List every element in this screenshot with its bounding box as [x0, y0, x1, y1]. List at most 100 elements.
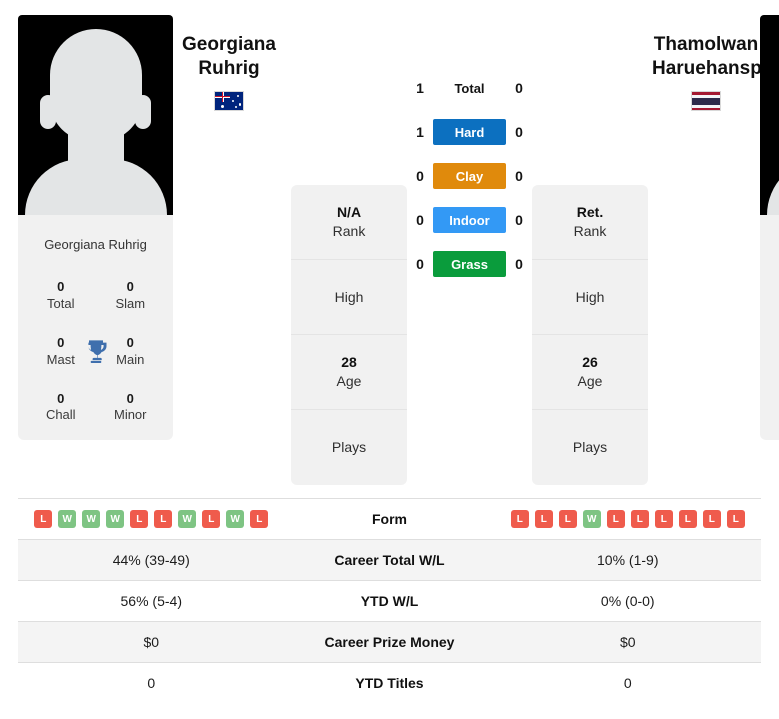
left-age-value: 28 — [341, 354, 357, 371]
left-career-wl-value: 44% (39-49) — [112, 552, 190, 568]
form-badge-loss: L — [510, 510, 529, 528]
ytd-titles-label: YTD Titles — [355, 675, 424, 692]
right-rank-label: Rank — [573, 223, 607, 239]
left-titles-slam-value: 0 — [126, 279, 134, 294]
surface-total-left-count: 1 — [416, 80, 424, 96]
left-player-firstname: Georgiana — [182, 34, 276, 55]
right-player-firstname: Thamolwan — [653, 34, 759, 55]
surface-indoor-label: Indoor — [433, 207, 506, 233]
left-titles-slam-label: Slam — [115, 295, 146, 311]
right-info-age: 26 Age — [532, 335, 648, 410]
surface-total-right-count: 0 — [515, 80, 523, 96]
flag-star-3 — [231, 99, 234, 102]
form-badge-loss: L — [202, 510, 221, 528]
form-badge-win: W — [82, 510, 101, 528]
left-rank-label: Rank — [332, 223, 366, 239]
left-titles-minor-label: Minor — [113, 407, 147, 423]
right-player-info: Ret. Rank High 26 Age Plays — [532, 185, 648, 485]
left-titles-grid: 0 Total 0 Slam 0 Mast 0 Main 0 Chall 0 M… — [26, 279, 165, 424]
right-age-value: 26 — [582, 354, 598, 371]
right-info-high: High — [532, 260, 648, 335]
form-badge-loss: L — [606, 510, 625, 528]
table-row-ytd-wl: 56% (5-4) YTD W/L 0% (0-0) — [18, 580, 761, 622]
surface-indoor-left-count: 0 — [416, 212, 424, 228]
surface-clay-label: Clay — [433, 163, 506, 189]
right-ytd-titles-value: 0 — [623, 675, 632, 692]
surface-grass-right-count: 0 — [515, 256, 523, 272]
surface-clay-left-count: 0 — [416, 168, 424, 184]
surface-row-total: 1 Total 0 — [407, 75, 532, 101]
avatar-body-icon — [766, 159, 779, 215]
left-age-label: Age — [336, 373, 362, 389]
left-player-identity: Georgiana Ruhrig — [173, 15, 285, 111]
surface-total-label: Total — [454, 80, 485, 96]
right-titles-grid: 0 Total 0 Slam 0 Mast 0 Main — [768, 279, 779, 424]
comparison-header: Georgiana Ruhrig 0 Total 0 Slam 0 Mast 0… — [0, 0, 779, 490]
left-player-name: Georgiana Ruhrig — [173, 33, 285, 81]
form-badge-loss: L — [130, 510, 149, 528]
right-plays-label: Plays — [572, 439, 608, 456]
left-career-prize-value: $0 — [143, 634, 160, 650]
form-badge-loss: L — [630, 510, 649, 528]
right-player-identity: Thamolwan Haruehanspong — [648, 15, 779, 111]
left-form-cell: LWWWLLWLWL — [18, 499, 285, 540]
left-player-card: Georgiana Ruhrig 0 Total 0 Slam 0 Mast 0… — [18, 15, 173, 441]
right-form-badges: LLLWLLLLLL — [495, 510, 762, 528]
surface-hard-left-count: 1 — [416, 124, 424, 140]
left-titles-chall-value: 0 — [57, 390, 65, 406]
surface-head-to-head: 1 Total 0 1 Hard 0 0 Clay 0 0 Indoor 0 0 — [407, 15, 532, 277]
surface-row-clay: 0 Clay 0 — [407, 163, 532, 189]
ytd-wl-label: YTD W/L — [360, 593, 419, 609]
form-badge-loss: L — [534, 510, 553, 528]
australia-flag-icon — [214, 90, 244, 111]
right-ytd-wl-value: 0% (0-0) — [600, 593, 655, 609]
right-career-prize-value: $0 — [619, 634, 636, 650]
form-badge-loss: L — [558, 510, 577, 528]
left-info-age: 28 Age — [291, 335, 407, 410]
surface-clay-right-count: 0 — [515, 168, 523, 184]
surface-hard-right-count: 0 — [515, 124, 523, 140]
right-titles-total: 0 Total — [768, 279, 779, 313]
left-form-badges: LWWWLLWLWL — [18, 510, 285, 528]
form-row-label: Form — [372, 511, 407, 527]
left-titles-chall: 0 Chall — [26, 391, 96, 425]
left-titles-minor-value: 0 — [126, 390, 134, 406]
left-titles-total-value: 0 — [57, 279, 65, 294]
right-info-plays: Plays — [532, 410, 648, 485]
avatar-ear-right-icon — [135, 95, 151, 129]
left-player-lastname: Ruhrig — [198, 57, 260, 79]
flag-band-red-bottom — [692, 107, 720, 110]
left-plays-label: Plays — [331, 439, 367, 456]
flag-cross-vertical — [222, 91, 223, 102]
form-badge-loss: L — [678, 510, 697, 528]
left-ytd-titles-value: 0 — [147, 675, 156, 692]
surface-grass-left-count: 0 — [416, 256, 424, 272]
flag-star-4 — [238, 103, 241, 106]
right-titles-mast: 0 Mast — [768, 335, 779, 369]
comparison-stats-table: LWWWLLWLWL Form LLLWLLLLLL 44% (39-49) C… — [18, 498, 761, 704]
surface-row-hard: 1 Hard 0 — [407, 119, 532, 145]
flag-band-blue — [692, 98, 720, 105]
left-info-high: High — [291, 260, 407, 335]
left-info-rank: N/A Rank — [291, 185, 407, 260]
left-player-avatar — [18, 15, 173, 215]
form-badge-loss: L — [654, 510, 673, 528]
form-badge-loss: L — [702, 510, 721, 528]
avatar-ear-left-icon — [40, 95, 56, 129]
right-titles-total-label: Total — [768, 296, 779, 313]
flag-star-5 — [234, 106, 237, 108]
right-player-card: Thamolwan Haruehanspong 0 Total 0 Slam 0… — [760, 15, 779, 441]
career-prize-label: Career Prize Money — [324, 634, 455, 650]
flag-commonwealth-star — [220, 104, 224, 108]
right-titles-mast-value: 0 — [768, 335, 779, 352]
left-titles-total-label: Total — [47, 295, 75, 311]
surface-row-grass: 0 Grass 0 — [407, 251, 532, 277]
form-badge-win: W — [582, 510, 601, 528]
avatar-head-icon — [49, 29, 142, 141]
form-badge-win: W — [178, 510, 197, 528]
career-wl-label: Career Total W/L — [334, 552, 445, 568]
form-badge-loss: L — [250, 510, 269, 528]
surface-grass-label: Grass — [433, 251, 506, 277]
right-player-avatar — [760, 15, 779, 215]
right-age-label: Age — [577, 373, 603, 389]
